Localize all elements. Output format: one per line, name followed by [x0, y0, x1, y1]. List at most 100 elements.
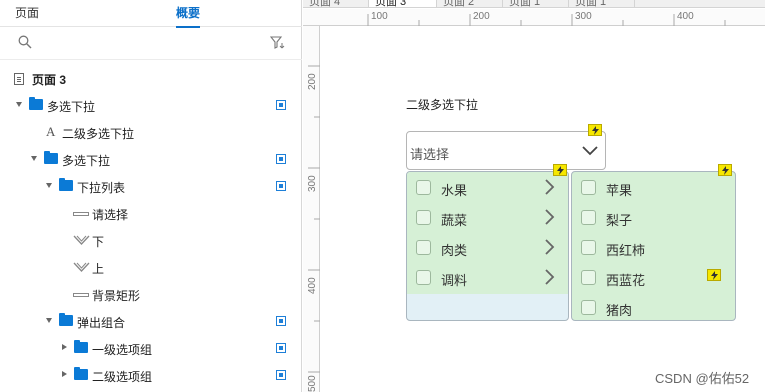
- tab-label: 页面 2: [443, 0, 475, 8]
- tab-page-3[interactable]: 页面 3 ×: [369, 0, 437, 7]
- expand-arrow-icon[interactable]: [46, 318, 52, 323]
- folder-icon: [59, 178, 73, 191]
- search-input[interactable]: [38, 33, 258, 53]
- filter-icon[interactable]: [269, 36, 285, 52]
- expand-arrow-icon[interactable]: [16, 102, 22, 107]
- chevron-right-icon[interactable]: [545, 269, 555, 288]
- expand-arrow-icon[interactable]: [31, 156, 37, 161]
- level1-option-panel: 水果 蔬菜 肉类 调料: [406, 171, 569, 321]
- visibility-toggle-icon[interactable]: [276, 316, 286, 326]
- tree-item-label: 下拉列表: [77, 181, 126, 195]
- tab-label: 页面 4: [309, 0, 341, 8]
- chevron-down-icon[interactable]: [582, 145, 598, 159]
- option-label: 西红柿: [606, 243, 646, 258]
- checkbox[interactable]: [416, 180, 431, 195]
- tab-page-1[interactable]: 页面 1: [503, 0, 569, 8]
- checkbox[interactable]: [581, 240, 596, 255]
- option-row[interactable]: 西红柿: [572, 232, 735, 262]
- tab-page-2[interactable]: 页面 2: [437, 0, 503, 8]
- tree-item-label: 一级选项组: [92, 343, 153, 357]
- checkbox[interactable]: [416, 240, 431, 255]
- watermark: CSDN @佑佑52: [655, 371, 750, 386]
- option-row[interactable]: 水果: [407, 172, 568, 202]
- option-label: 西蓝花: [606, 273, 646, 288]
- tab-outline[interactable]: 概要: [176, 4, 201, 28]
- tab-label: 页面 1: [575, 0, 607, 8]
- ruler-label: 400: [677, 11, 694, 22]
- folder-icon: [29, 97, 43, 110]
- outline-panel: 页面 概要 页面 3 多选下拉 A 二级多选下拉 多选下拉 下拉列表 请选择 下…: [0, 0, 302, 392]
- axure-workspace: 页面 概要 页面 3 多选下拉 A 二级多选下拉 多选下拉 下拉列表 请选择 下…: [0, 0, 765, 392]
- tab-page-4[interactable]: 页面 4: [303, 0, 369, 8]
- visibility-toggle-icon[interactable]: [276, 100, 286, 110]
- interaction-marker-icon: [707, 269, 721, 281]
- interaction-marker-icon: [588, 124, 602, 136]
- option-label: 猪肉: [606, 303, 633, 318]
- tab-page-1b[interactable]: 页面 1: [569, 0, 635, 8]
- panel-tab-bar: 页面 概要: [0, 0, 302, 28]
- tree-item-label: 下: [92, 235, 105, 249]
- chevron-right-icon[interactable]: [545, 239, 555, 258]
- tree-item-group[interactable]: 下拉列表: [0, 173, 302, 200]
- tree-item-label: 上: [92, 262, 105, 276]
- tree-item-group[interactable]: 一级选项组: [0, 335, 302, 362]
- tree-item-label: 页面 3: [32, 73, 67, 87]
- visibility-toggle-icon[interactable]: [276, 370, 286, 380]
- checkbox[interactable]: [581, 300, 596, 315]
- tree-item-shape[interactable]: 请选择: [0, 200, 302, 227]
- option-row[interactable]: 调料: [407, 262, 568, 292]
- visibility-toggle-icon[interactable]: [276, 154, 286, 164]
- checkbox[interactable]: [581, 270, 596, 285]
- chevron-right-icon[interactable]: [545, 209, 555, 228]
- tree-item-text[interactable]: A 二级多选下拉: [0, 119, 302, 146]
- option-label: 蔬菜: [441, 213, 468, 228]
- tree-item-page[interactable]: 页面 3: [0, 65, 302, 92]
- option-label: 肉类: [441, 243, 468, 258]
- ruler-label: 300: [575, 11, 592, 22]
- multi-select-dropdown[interactable]: 请选择: [406, 131, 606, 170]
- checkbox[interactable]: [416, 270, 431, 285]
- level2-option-panel: 苹果 梨子 西红柿 西蓝花 猪肉: [571, 171, 736, 321]
- folder-icon: [44, 151, 58, 164]
- checkbox[interactable]: [416, 210, 431, 225]
- option-row[interactable]: 苹果: [572, 172, 735, 202]
- close-icon[interactable]: ×: [421, 0, 427, 4]
- option-row[interactable]: 蔬菜: [407, 202, 568, 232]
- select-placeholder: 请选择: [410, 147, 450, 162]
- visibility-toggle-icon[interactable]: [276, 343, 286, 353]
- option-label: 梨子: [606, 213, 633, 228]
- chevron-right-icon[interactable]: [545, 179, 555, 198]
- tab-pages[interactable]: 页面: [15, 4, 39, 21]
- checkbox[interactable]: [581, 180, 596, 195]
- checkbox[interactable]: [581, 210, 596, 225]
- ruler-label: 400: [307, 277, 318, 294]
- option-label: 调料: [441, 273, 468, 288]
- tree-item-shape[interactable]: 背景矩形: [0, 281, 302, 308]
- option-row[interactable]: 肉类: [407, 232, 568, 262]
- tree-item-group[interactable]: 多选下拉: [0, 92, 302, 119]
- tree-item-group[interactable]: 多选下拉: [0, 146, 302, 173]
- collapse-arrow-icon[interactable]: [62, 344, 67, 350]
- option-row[interactable]: 猪肉: [572, 292, 735, 322]
- expand-arrow-icon[interactable]: [46, 183, 52, 188]
- search-icon[interactable]: [18, 35, 32, 52]
- collapse-arrow-icon[interactable]: [62, 371, 67, 377]
- interaction-marker-icon: [718, 164, 732, 176]
- folder-icon: [59, 313, 73, 326]
- tree-item-label: 多选下拉: [47, 100, 96, 114]
- horizontal-ruler[interactable]: 100 200 300 400: [303, 9, 765, 26]
- interaction-marker-icon: [553, 164, 567, 176]
- chevron-up-icon: [73, 262, 90, 276]
- tree-item-label: 二级选项组: [92, 370, 153, 384]
- option-row[interactable]: 梨子: [572, 202, 735, 232]
- tab-label: 页面 1: [509, 0, 541, 8]
- rectangle-icon: [73, 293, 89, 297]
- ruler-label: 100: [371, 11, 388, 22]
- vertical-ruler[interactable]: 200 300 400 500: [303, 26, 320, 392]
- tree-item-group[interactable]: 二级选项组: [0, 362, 302, 389]
- tree-item-shape[interactable]: 下: [0, 227, 302, 254]
- tree-item-group[interactable]: 弹出组合: [0, 308, 302, 335]
- tree-item-shape[interactable]: 上: [0, 254, 302, 281]
- visibility-toggle-icon[interactable]: [276, 181, 286, 191]
- ruler-label: 300: [307, 175, 318, 192]
